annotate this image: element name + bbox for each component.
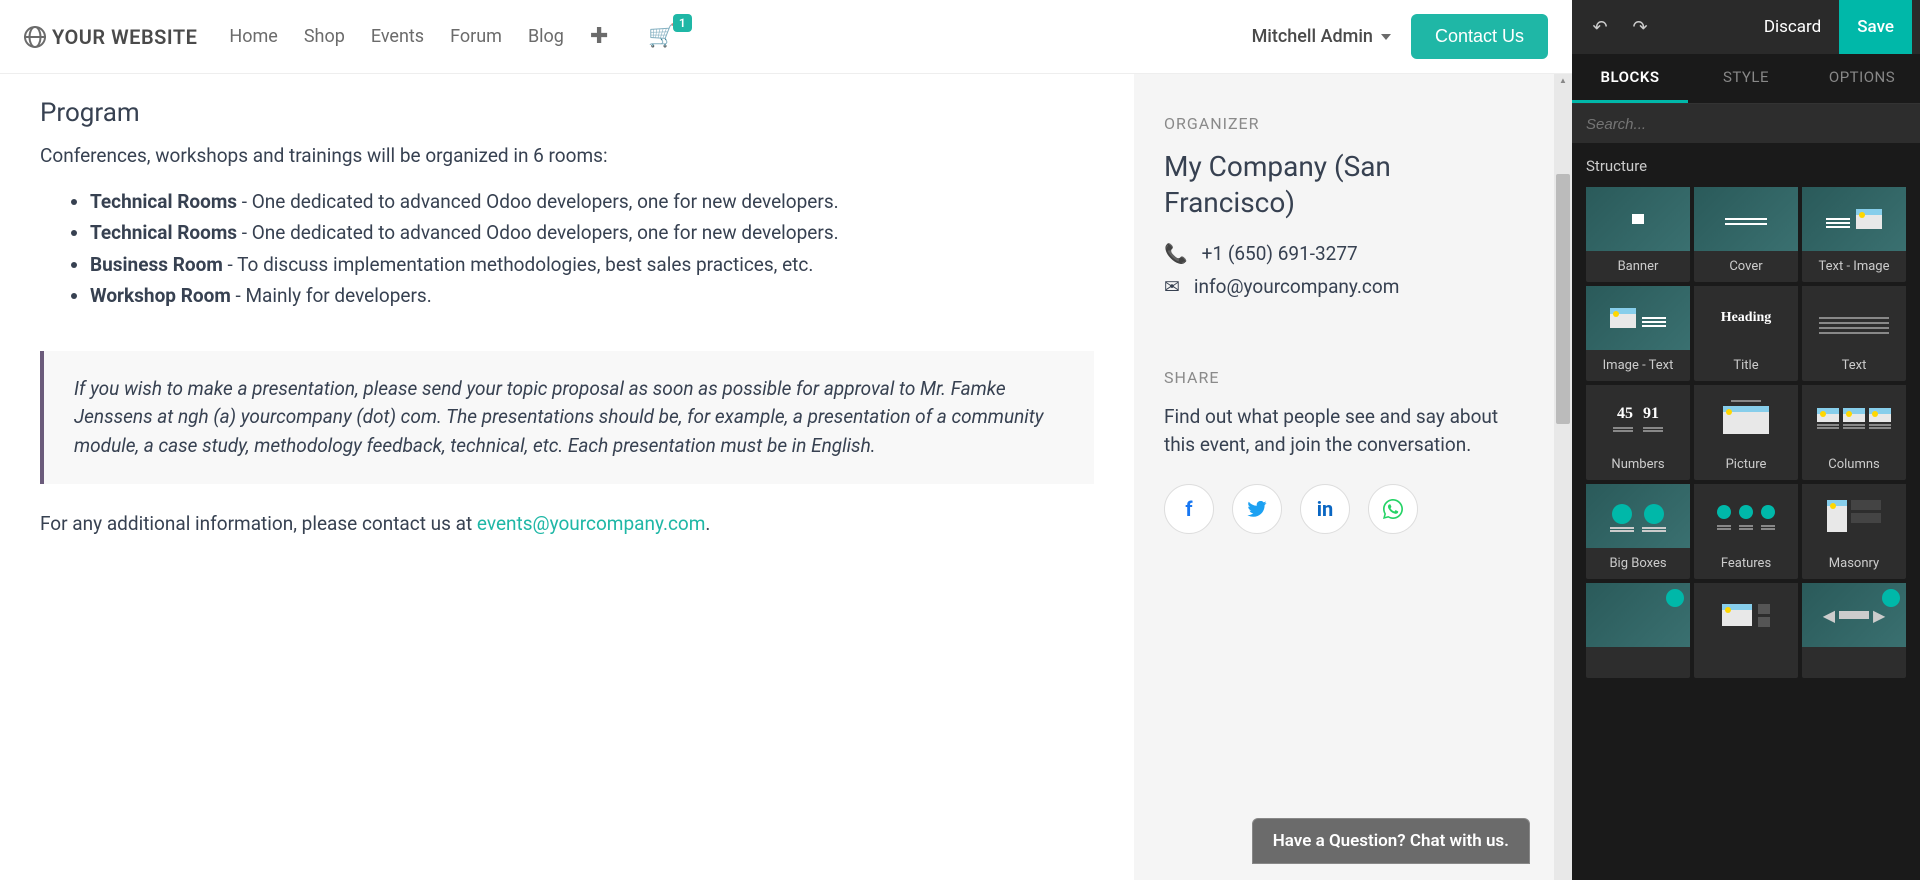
- nav-shop[interactable]: Shop: [304, 26, 345, 47]
- redo-button[interactable]: ↷: [1620, 17, 1660, 38]
- whatsapp-share-button[interactable]: [1368, 484, 1418, 534]
- blocks-panel: Structure Banner Cover Text - Image Imag…: [1572, 143, 1920, 880]
- block-search-input[interactable]: [1586, 116, 1906, 133]
- organizer-phone: +1 (650) 691-3277: [1202, 242, 1358, 265]
- facebook-share-button[interactable]: f: [1164, 484, 1214, 534]
- scrollbar-thumb[interactable]: [1556, 174, 1570, 424]
- chevron-down-icon: [1381, 34, 1391, 40]
- list-item: Technical Rooms - One dedicated to advan…: [90, 218, 1094, 247]
- save-button[interactable]: Save: [1839, 0, 1912, 54]
- phone-icon: 📞: [1164, 242, 1188, 265]
- undo-button[interactable]: ↶: [1580, 17, 1620, 38]
- globe-icon: [24, 26, 46, 48]
- nav-home[interactable]: Home: [229, 26, 277, 47]
- tab-options[interactable]: OPTIONS: [1804, 54, 1920, 103]
- nav-blog[interactable]: Blog: [528, 26, 564, 47]
- editor-panel: ↶ ↷ Discard Save BLOCKS STYLE OPTIONS St…: [1572, 0, 1920, 880]
- block-big-boxes[interactable]: Big Boxes: [1586, 484, 1690, 579]
- block-search-row: [1572, 104, 1920, 143]
- mail-icon: ✉: [1164, 275, 1180, 298]
- contact-line: For any additional information, please c…: [40, 512, 1094, 535]
- site-logo[interactable]: YOUR WEBSITE: [24, 25, 197, 49]
- list-item: Workshop Room - Mainly for developers.: [90, 281, 1094, 310]
- content-scrollbar[interactable]: [1554, 74, 1572, 880]
- block-text-image[interactable]: Text - Image: [1802, 187, 1906, 282]
- block-grid: Banner Cover Text - Image Image - Text H…: [1586, 187, 1906, 678]
- block-text[interactable]: Text: [1802, 286, 1906, 381]
- event-sidebar: ORGANIZER My Company (San Francisco) 📞 +…: [1134, 74, 1554, 880]
- whatsapp-icon: [1383, 499, 1403, 519]
- organizer-email: info@yourcompany.com: [1194, 275, 1399, 298]
- linkedin-share-button[interactable]: in: [1300, 484, 1350, 534]
- social-buttons: f in: [1164, 484, 1524, 534]
- block-columns[interactable]: Columns: [1802, 385, 1906, 480]
- block-image-text[interactable]: Image - Text: [1586, 286, 1690, 381]
- nav-events[interactable]: Events: [371, 26, 424, 47]
- user-menu[interactable]: Mitchell Admin: [1252, 26, 1391, 47]
- tab-style[interactable]: STYLE: [1688, 54, 1804, 103]
- block-title[interactable]: Heading Title: [1694, 286, 1798, 381]
- block-numbers[interactable]: 4591 Numbers: [1586, 385, 1690, 480]
- program-heading: Program: [40, 98, 1094, 128]
- block-masonry[interactable]: Masonry: [1802, 484, 1906, 579]
- editor-toolbar: ↶ ↷ Discard Save: [1572, 0, 1920, 54]
- block-cover[interactable]: Cover: [1694, 187, 1798, 282]
- twitter-icon: [1247, 501, 1267, 517]
- structure-label: Structure: [1586, 157, 1906, 175]
- nav-forum[interactable]: Forum: [450, 26, 502, 47]
- organizer-email-row: ✉ info@yourcompany.com: [1164, 275, 1524, 298]
- organizer-phone-row: 📞 +1 (650) 691-3277: [1164, 242, 1524, 265]
- user-name: Mitchell Admin: [1252, 26, 1373, 47]
- chat-widget[interactable]: Have a Question? Chat with us.: [1252, 818, 1530, 864]
- discard-button[interactable]: Discard: [1746, 17, 1839, 37]
- contact-us-button[interactable]: Contact Us: [1411, 14, 1548, 59]
- twitter-share-button[interactable]: [1232, 484, 1282, 534]
- block-extra-1[interactable]: [1586, 583, 1690, 678]
- block-picture[interactable]: Picture: [1694, 385, 1798, 480]
- share-label: SHARE: [1164, 368, 1524, 387]
- block-extra-2[interactable]: [1694, 583, 1798, 678]
- organizer-name: My Company (San Francisco): [1164, 149, 1524, 222]
- presentation-quote: If you wish to make a presentation, plea…: [40, 351, 1094, 485]
- topbar: YOUR WEBSITE Home Shop Events Forum Blog…: [0, 0, 1572, 74]
- list-item: Business Room - To discuss implementatio…: [90, 250, 1094, 279]
- organizer-label: ORGANIZER: [1164, 114, 1524, 133]
- contact-email-link[interactable]: events@yourcompany.com: [477, 512, 706, 535]
- cart-button[interactable]: 🛒1: [648, 24, 675, 49]
- tab-blocks[interactable]: BLOCKS: [1572, 54, 1688, 103]
- main-nav: Home Shop Events Forum Blog ✚: [229, 24, 608, 49]
- block-banner[interactable]: Banner: [1586, 187, 1690, 282]
- page-content: Program Conferences, workshops and train…: [0, 74, 1134, 880]
- add-page-icon[interactable]: ✚: [590, 24, 608, 49]
- block-extra-3[interactable]: ◀▶: [1802, 583, 1906, 678]
- program-intro: Conferences, workshops and trainings wil…: [40, 144, 1094, 167]
- list-item: Technical Rooms - One dedicated to advan…: [90, 187, 1094, 216]
- block-features[interactable]: Features: [1694, 484, 1798, 579]
- room-list: Technical Rooms - One dedicated to advan…: [90, 187, 1094, 311]
- editor-tabs: BLOCKS STYLE OPTIONS: [1572, 54, 1920, 104]
- share-description: Find out what people see and say about t…: [1164, 403, 1524, 460]
- logo-text: YOUR WEBSITE: [52, 25, 197, 49]
- cart-count-badge: 1: [673, 14, 692, 32]
